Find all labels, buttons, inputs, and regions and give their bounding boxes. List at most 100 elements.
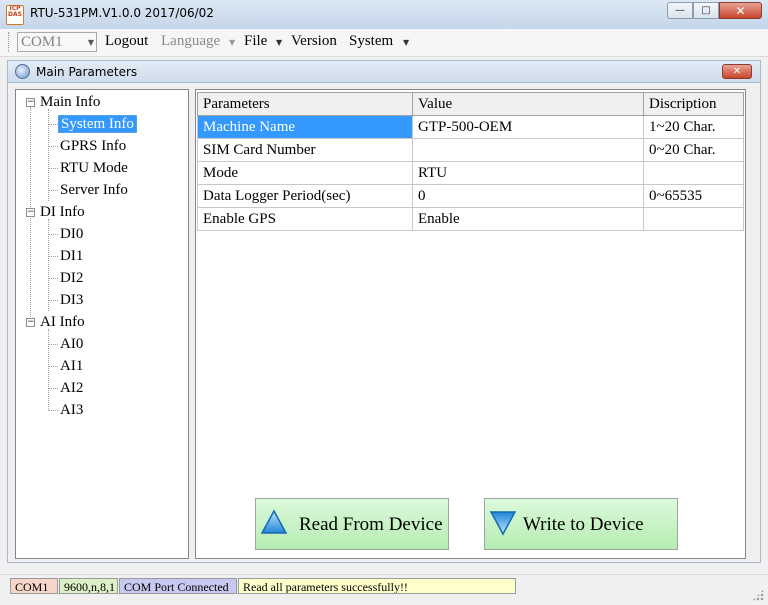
tree-item-system-info[interactable]: System Info: [58, 114, 137, 134]
tree-group-di-info[interactable]: DI Info: [40, 202, 85, 222]
tree-group-ai-info[interactable]: AI Info: [40, 312, 85, 332]
tree-item-ai3[interactable]: AI3: [60, 400, 83, 420]
status-connection: COM Port Connected: [119, 578, 237, 594]
chevron-down-icon: ▼: [87, 38, 94, 47]
child-window-title: Main Parameters: [36, 65, 138, 79]
menu-file[interactable]: File: [244, 33, 267, 50]
tree-item-ai2[interactable]: AI2: [60, 378, 83, 398]
tree-line: [48, 344, 58, 345]
tree-item-gprs-info[interactable]: GPRS Info: [60, 136, 126, 156]
parameter-tree[interactable]: − Main Info System Info GPRS Info RTU Mo…: [15, 89, 189, 559]
tree-item-ai0[interactable]: AI0: [60, 334, 83, 354]
table-row[interactable]: Enable GPS Enable: [197, 207, 744, 231]
tree-line: [30, 107, 31, 327]
tree-line: [48, 278, 58, 279]
com-port-value: COM1: [21, 34, 63, 50]
menu-version[interactable]: Version: [291, 33, 337, 50]
parameter-cell[interactable]: SIM Card Number: [197, 138, 413, 162]
collapse-icon[interactable]: −: [26, 98, 35, 107]
system-dropdown-icon: ▼: [403, 38, 410, 47]
column-header-value[interactable]: Value: [412, 92, 644, 116]
menu-bar: COM1 ▼ Logout Language ▼ File ▼ Version …: [0, 29, 768, 57]
value-cell[interactable]: Enable: [412, 207, 644, 231]
tree-line: [48, 410, 58, 411]
value-cell[interactable]: [412, 138, 644, 162]
window-controls: — □ ✕: [667, 2, 762, 20]
column-header-parameters[interactable]: Parameters: [197, 92, 413, 116]
app-logo-icon: ICP DAS: [6, 5, 24, 25]
menu-system[interactable]: System: [349, 33, 393, 50]
close-icon: ✕: [732, 66, 742, 77]
tree-line: [48, 388, 58, 389]
tree-item-server-info[interactable]: Server Info: [60, 180, 128, 200]
table-row[interactable]: SIM Card Number 0~20 Char.: [197, 138, 744, 162]
write-button-label: Write to Device: [523, 514, 644, 535]
tree-item-di1[interactable]: DI1: [60, 246, 83, 266]
parameter-cell[interactable]: Machine Name: [197, 115, 413, 139]
menu-language[interactable]: Language: [161, 33, 220, 50]
app-logo-text: ICP DAS: [8, 5, 22, 18]
tree-item-di3[interactable]: DI3: [60, 290, 83, 310]
child-window-title-bar[interactable]: Main Parameters ✕: [7, 60, 761, 83]
parameter-grid-panel: Parameters Value Discription Machine Nam…: [195, 89, 746, 559]
tree-item-label: System Info: [58, 115, 137, 133]
read-button-label: Read From Device: [299, 514, 443, 535]
description-cell[interactable]: 0~20 Char.: [643, 138, 744, 162]
collapse-icon[interactable]: −: [26, 208, 35, 217]
language-dropdown-icon: ▼: [229, 38, 236, 47]
tree-group-main-info[interactable]: Main Info: [40, 92, 100, 112]
tree-line: [48, 168, 58, 169]
tree-line: [48, 234, 58, 235]
collapse-icon[interactable]: −: [26, 318, 35, 327]
arrow-down-icon: [489, 511, 517, 536]
maximize-button[interactable]: □: [693, 2, 719, 19]
description-cell[interactable]: 1~20 Char.: [643, 115, 744, 139]
status-port: COM1: [10, 578, 58, 594]
value-cell[interactable]: RTU: [412, 161, 644, 185]
tree-line: [48, 329, 49, 411]
child-close-button[interactable]: ✕: [722, 64, 752, 79]
menu-logout[interactable]: Logout: [105, 33, 148, 50]
tree-item-di2[interactable]: DI2: [60, 268, 83, 288]
column-header-description[interactable]: Discription: [643, 92, 744, 116]
write-to-device-button[interactable]: Write to Device: [484, 498, 678, 550]
table-row[interactable]: Mode RTU: [197, 161, 744, 185]
description-cell[interactable]: [643, 207, 744, 231]
tree-line: [48, 190, 58, 191]
parameter-cell[interactable]: Mode: [197, 161, 413, 185]
status-settings: 9600,n,8,1: [59, 578, 118, 594]
value-cell[interactable]: GTP-500-OEM: [412, 115, 644, 139]
read-from-device-button[interactable]: Read From Device: [255, 498, 449, 550]
window-title: RTU-531PM.V1.0.0 2017/06/02: [30, 6, 214, 20]
resize-grip-icon[interactable]: [752, 589, 764, 601]
tree-line: [48, 109, 49, 201]
tree-item-ai1[interactable]: AI1: [60, 356, 83, 376]
globe-icon: [15, 64, 30, 79]
status-message: Read all parameters successfully!!: [238, 578, 516, 594]
parameter-cell[interactable]: Enable GPS: [197, 207, 413, 231]
maximize-icon: □: [701, 5, 711, 16]
minimize-button[interactable]: —: [667, 2, 693, 19]
table-row[interactable]: Data Logger Period(sec) 0 0~65535: [197, 184, 744, 208]
tree-item-rtu-mode[interactable]: RTU Mode: [60, 158, 128, 178]
com-port-select[interactable]: COM1 ▼: [17, 32, 97, 52]
toolbar-grip[interactable]: [8, 32, 12, 52]
parameter-grid[interactable]: Parameters Value Discription Machine Nam…: [197, 92, 744, 231]
table-row[interactable]: Machine Name GTP-500-OEM 1~20 Char.: [197, 115, 744, 139]
minimize-icon: —: [675, 5, 685, 16]
description-cell[interactable]: [643, 161, 744, 185]
status-bar: COM1 9600,n,8,1 COM Port Connected Read …: [0, 574, 768, 605]
tree-line: [48, 366, 58, 367]
tree-line: [48, 300, 58, 301]
value-cell[interactable]: 0: [412, 184, 644, 208]
description-cell[interactable]: 0~65535: [643, 184, 744, 208]
grid-header-row: Parameters Value Discription: [197, 92, 744, 116]
tree-line: [48, 256, 58, 257]
title-bar[interactable]: ICP DAS RTU-531PM.V1.0.0 2017/06/02 — □ …: [0, 0, 768, 30]
parameter-cell[interactable]: Data Logger Period(sec): [197, 184, 413, 208]
close-icon: ✕: [735, 3, 746, 18]
file-dropdown-icon: ▼: [276, 38, 283, 47]
tree-item-di0[interactable]: DI0: [60, 224, 83, 244]
tree-line: [48, 219, 49, 311]
close-button[interactable]: ✕: [719, 2, 762, 19]
